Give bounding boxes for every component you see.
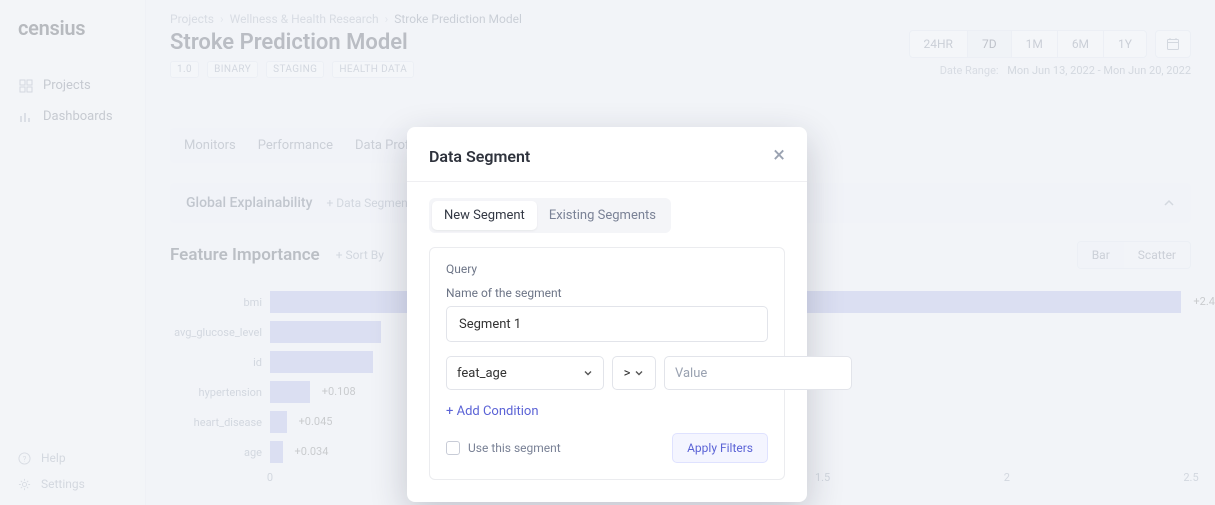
add-condition-link[interactable]: + Add Condition xyxy=(446,404,768,419)
feature-select-value: feat_age xyxy=(457,366,507,381)
tab-existing-segments[interactable]: Existing Segments xyxy=(537,201,668,230)
data-segment-modal: Data Segment × New Segment Existing Segm… xyxy=(407,127,807,502)
close-icon: × xyxy=(773,143,785,168)
feature-select[interactable]: feat_age xyxy=(446,356,604,390)
modal-close-button[interactable]: × xyxy=(773,145,785,167)
checkbox-icon xyxy=(446,441,460,455)
query-panel: Query Name of the segment feat_age > + A… xyxy=(429,247,785,480)
value-input[interactable] xyxy=(664,356,852,390)
query-label: Query xyxy=(446,262,768,276)
modal-title: Data Segment xyxy=(429,147,530,166)
tab-new-segment[interactable]: New Segment xyxy=(432,201,537,230)
operator-select[interactable]: > xyxy=(612,356,656,390)
operator-select-value: > xyxy=(624,366,631,381)
chevron-down-icon xyxy=(634,368,644,378)
condition-row: feat_age > xyxy=(446,356,768,390)
apply-filters-button[interactable]: Apply Filters xyxy=(672,433,768,463)
chevron-down-icon xyxy=(583,368,593,378)
segment-name-input[interactable] xyxy=(446,306,768,342)
segment-name-label: Name of the segment xyxy=(446,286,768,300)
segment-tabs: New Segment Existing Segments xyxy=(429,198,671,233)
use-segment-label: Use this segment xyxy=(468,441,561,455)
use-segment-checkbox[interactable]: Use this segment xyxy=(446,441,561,455)
